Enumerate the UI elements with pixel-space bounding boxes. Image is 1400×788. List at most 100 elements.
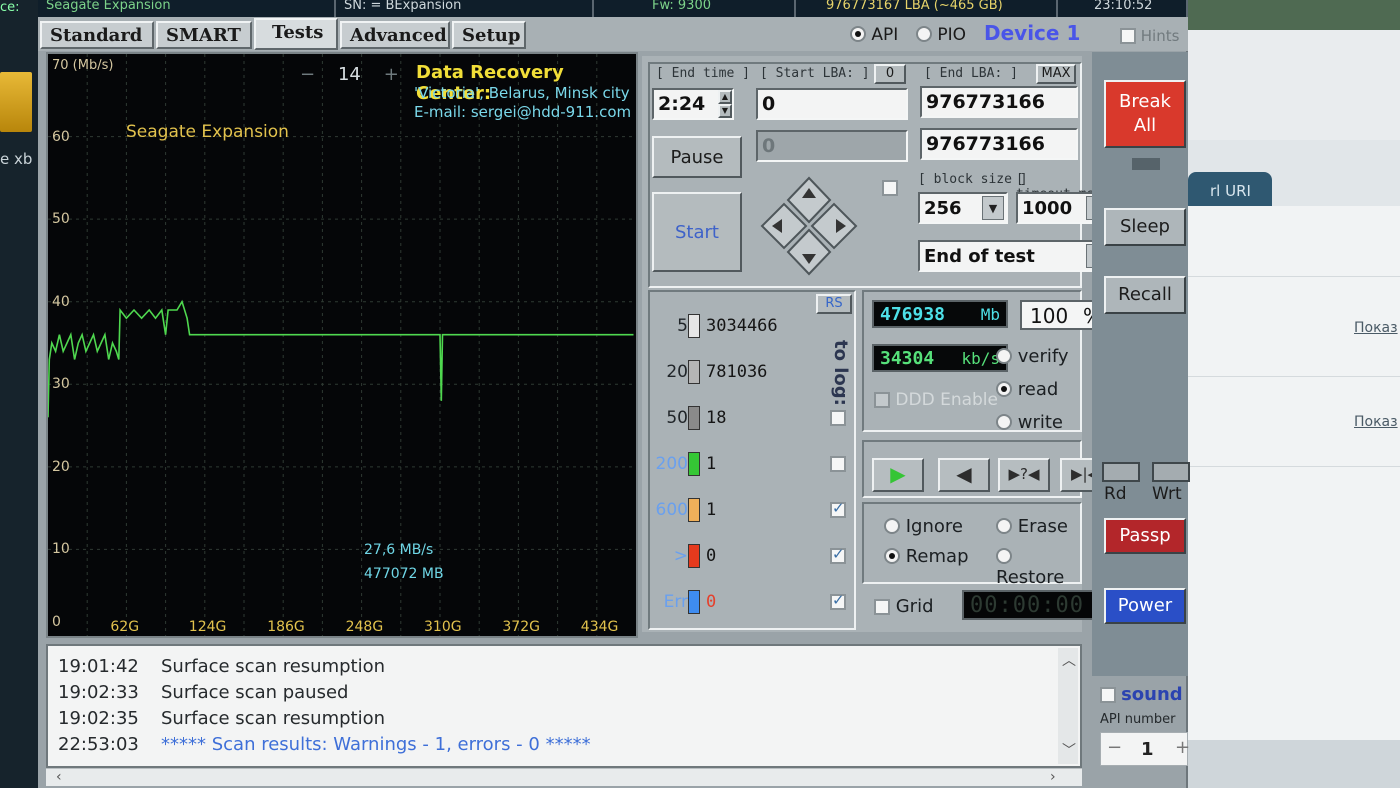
play-icon[interactable]: ▶ (872, 458, 924, 492)
repair-mode-radio[interactable] (884, 548, 900, 564)
block-stat-log-checkbox[interactable] (830, 545, 846, 564)
block-stat-log-checkbox[interactable] (830, 456, 846, 472)
block-stat-log-checkbox[interactable] (830, 410, 846, 426)
read-indicator (1102, 462, 1140, 482)
scroll-up-icon[interactable]: ︿ (1062, 650, 1076, 670)
log-vertical-scrollbar[interactable]: ︿ ﹀ (1058, 648, 1078, 764)
block-stat-threshold: 50 (666, 408, 688, 428)
start-lba-input[interactable]: 0 (756, 88, 908, 120)
zoom-plus-button[interactable]: + (384, 64, 399, 85)
scan-mode-radio[interactable] (996, 348, 1012, 364)
device-label[interactable]: Device 1 (984, 21, 1080, 45)
end-time-up-icon[interactable]: ▲ (718, 90, 732, 104)
scan-mode-radio[interactable] (996, 414, 1012, 430)
browser-link-show-1[interactable]: Показ (1354, 320, 1398, 336)
block-stat-count: 1 (706, 454, 717, 474)
log-horizontal-scrollbar[interactable]: ‹ › (46, 768, 1082, 786)
browser-link-show-2[interactable]: Показ (1354, 414, 1398, 430)
speed-series-line (48, 299, 634, 418)
start-lba-zero-button[interactable]: 0 (874, 64, 906, 84)
folder-icon[interactable] (0, 72, 32, 132)
status-titlebar: Seagate Expansion SN: = BExpansion Fw: 9… (38, 0, 1188, 17)
pause-button[interactable]: Pause (652, 136, 742, 178)
repair-erase-option[interactable]: Erase (996, 516, 1068, 537)
rewind-icon[interactable]: ◀ (938, 458, 990, 492)
sleep-button[interactable]: Sleep (1104, 208, 1186, 246)
end-lba-input[interactable]: 976773166 (920, 86, 1078, 118)
scroll-right-icon[interactable]: › (1050, 769, 1056, 785)
tab-standard[interactable]: Standard (40, 21, 154, 49)
repair-mode-radio[interactable] (884, 518, 900, 534)
ddd-enable-checkbox[interactable] (874, 392, 890, 408)
scan-mode-read-option[interactable]: read (996, 379, 1058, 400)
recall-button[interactable]: Recall (1104, 276, 1186, 314)
api-number-plus-button[interactable]: + (1175, 737, 1190, 758)
scan-mode-radio[interactable] (996, 381, 1012, 397)
direction-checkbox[interactable] (882, 180, 898, 196)
scan-mode-write-option[interactable]: write (996, 412, 1063, 433)
grid-checkbox[interactable] (874, 599, 890, 615)
start-button[interactable]: Start (652, 192, 742, 272)
api-label: API (871, 25, 899, 45)
tab-tests[interactable]: Tests (254, 18, 338, 50)
power-button[interactable]: Power (1104, 588, 1186, 624)
hints-option[interactable]: Hints (1120, 27, 1179, 45)
graph-y-tick-label: 30 (52, 376, 70, 393)
block-stat-threshold: 600 (655, 500, 688, 520)
block-stat-row: 50 18 (652, 400, 846, 440)
scroll-left-icon[interactable]: ‹ (56, 769, 62, 785)
browser-tab[interactable]: rl URI (1188, 172, 1272, 208)
api-radio[interactable] (850, 26, 866, 42)
read-indicator-label: Rd (1104, 484, 1127, 504)
repair-remap-option[interactable]: Remap (884, 546, 969, 567)
mode-pio-option[interactable]: PIO (916, 25, 966, 45)
block-stat-row: >0 (652, 538, 846, 578)
graph-x-tick-label: 62G (110, 619, 140, 635)
block-stat-color-swatch (688, 498, 700, 522)
end-action-select[interactable]: End of test ▼ (918, 240, 1112, 272)
drc-location: 'Victoria', Belarus, Minsk city (414, 84, 630, 102)
sound-checkbox[interactable] (1100, 687, 1116, 703)
sound-option[interactable]: sound (1100, 684, 1190, 705)
block-size-value: 256 (924, 198, 962, 219)
repair-restore-option[interactable]: Restore (996, 546, 1082, 588)
api-number-stepper[interactable]: − 1 + (1100, 732, 1190, 766)
percent-value: 100 (1030, 304, 1069, 328)
block-stat-count: 18 (706, 408, 727, 428)
pio-radio[interactable] (916, 26, 932, 42)
tab-setup[interactable]: Setup (452, 21, 526, 49)
write-indicator-label: Wrt (1152, 484, 1182, 504)
end-time-down-icon[interactable]: ▼ (718, 104, 732, 118)
reset-stats-button[interactable]: RS (816, 294, 852, 314)
graph-zoom-control: − 14 + (300, 64, 399, 85)
block-size-select[interactable]: 256 ▼ (918, 192, 1008, 224)
block-stat-log-checkbox[interactable] (830, 591, 846, 610)
block-stat-threshold: > (673, 546, 688, 566)
skip-unknown-icon[interactable]: ▶?◀ (998, 458, 1050, 492)
mode-api-option[interactable]: API (850, 25, 898, 45)
api-number-minus-button[interactable]: − (1107, 737, 1122, 758)
repair-mode-label: Erase (1017, 516, 1068, 537)
direction-pad-icon[interactable] (758, 174, 860, 278)
scroll-down-icon[interactable]: ﹀ (1062, 740, 1076, 760)
repair-mode-radio[interactable] (996, 548, 1012, 564)
block-stat-log-checkbox[interactable] (830, 499, 846, 518)
end-lba-max-button[interactable]: MAX (1036, 64, 1076, 84)
tab-smart[interactable]: SMART (156, 21, 252, 49)
graph-x-tick-label: 372G (502, 619, 540, 635)
hints-checkbox[interactable] (1120, 28, 1136, 44)
grid-option[interactable]: Grid (874, 596, 934, 617)
tab-advanced[interactable]: Advanced (340, 21, 450, 49)
speed-graph: 70 (Mb/s) − 14 + Data Recovery Center: '… (46, 52, 638, 638)
graph-x-tick-label: 434G (580, 619, 619, 635)
repair-mode-radio[interactable] (996, 518, 1012, 534)
scan-mode-verify-option[interactable]: verify (996, 346, 1069, 367)
zoom-minus-button[interactable]: − (300, 64, 315, 85)
ddd-enable-option[interactable]: DDD Enable (874, 390, 998, 410)
clock: 23:10:52 (1058, 0, 1188, 17)
log-entry-text: Surface scan resumption (161, 708, 386, 729)
chevron-down-icon[interactable]: ▼ (982, 196, 1004, 220)
passp-button[interactable]: Passp (1104, 518, 1186, 554)
break-all-button[interactable]: Break All (1104, 80, 1186, 148)
repair-ignore-option[interactable]: Ignore (884, 516, 963, 537)
